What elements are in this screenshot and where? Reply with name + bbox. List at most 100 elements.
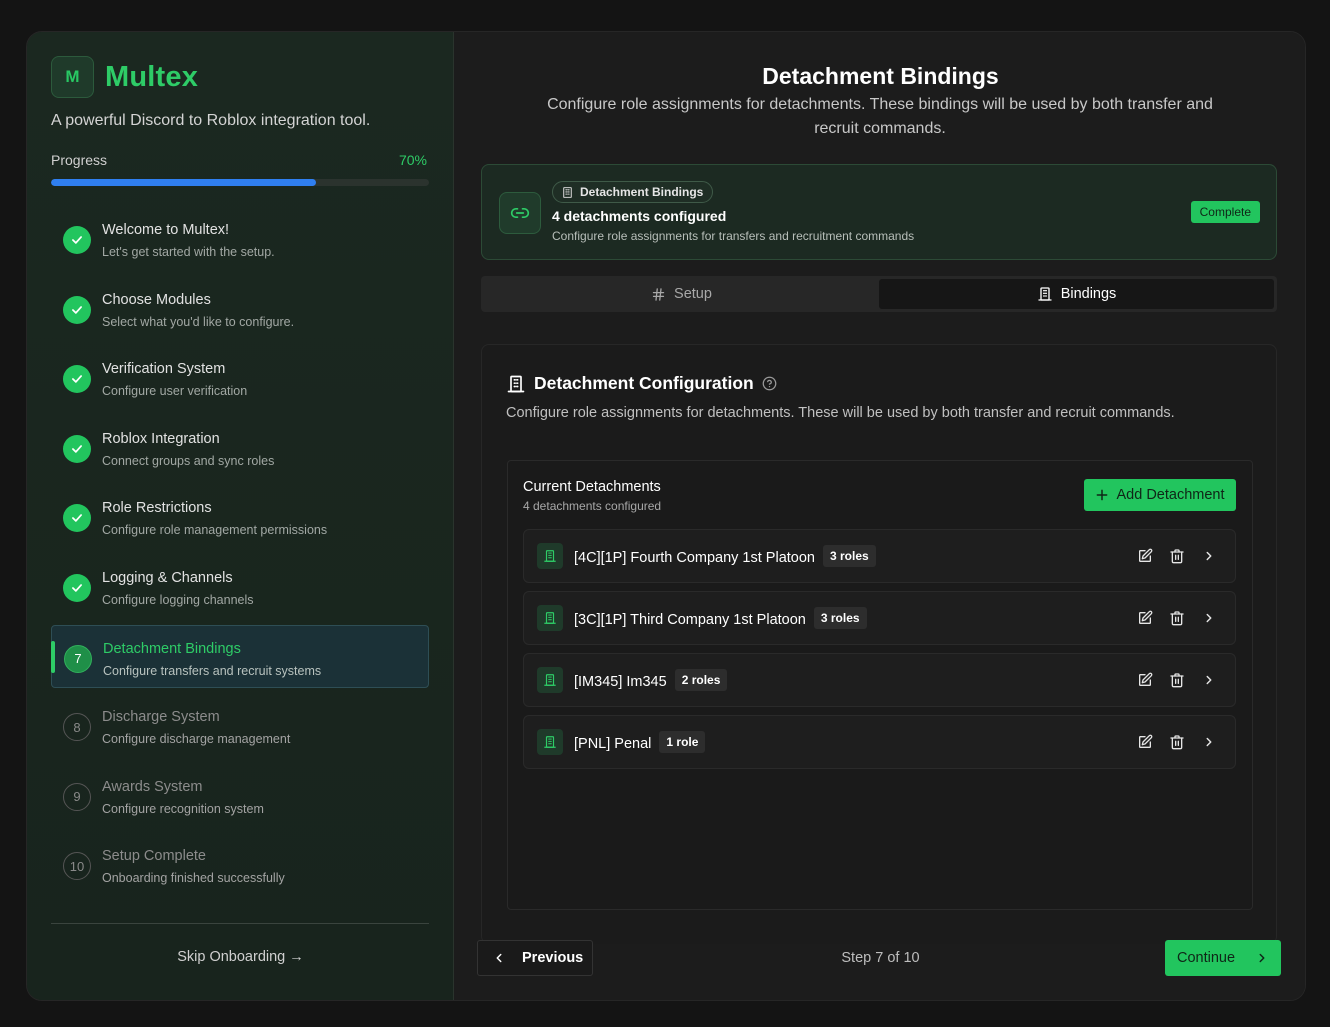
edit-icon[interactable] (1135, 670, 1155, 690)
step-item[interactable]: Choose Modules Select what you'd like to … (51, 277, 429, 340)
check-icon (63, 226, 91, 254)
step-item[interactable]: Logging & Channels Configure logging chan… (51, 555, 429, 618)
status-card: Detachment Bindings 4 detachments config… (481, 164, 1277, 260)
trash-icon[interactable] (1167, 546, 1187, 566)
detachment-row[interactable]: [4C][1P] Fourth Company 1st Platoon 3 rol… (523, 529, 1236, 583)
chevron-right-icon[interactable] (1199, 732, 1219, 752)
main-panel: Detachment Bindings Configure role assig… (454, 32, 1305, 1000)
check-icon (63, 504, 91, 533)
step-subtitle: Configure recognition system (102, 801, 264, 816)
step-subtitle: Configure transfers and recruit systems (103, 663, 322, 678)
detachment-row[interactable]: [3C][1P] Third Company 1st Platoon 3 role… (523, 591, 1236, 645)
detachment-name: [4C][1P] Fourth Company 1st Platoon 3 rol… (574, 545, 876, 567)
continue-label: Continue (1177, 950, 1236, 966)
status-chip: Detachment Bindings (552, 181, 714, 203)
sidebar-divider (51, 923, 429, 924)
step-subtitle: Onboarding finished successfully (102, 871, 285, 886)
row-actions (1123, 732, 1219, 752)
add-detachment-button[interactable]: Add Detachment (1084, 479, 1236, 511)
edit-icon[interactable] (1135, 732, 1155, 752)
progress-percent: 70% (398, 152, 427, 168)
step-item[interactable]: Roblox Integration Connect groups and syn… (51, 416, 429, 479)
step-subtitle: Configure user verification (102, 384, 248, 399)
step-subtitle: Select what you'd like to configure. (102, 314, 295, 329)
plus-icon (1097, 489, 1108, 501)
step-item[interactable]: Role Restrictions Configure role manageme… (51, 485, 429, 548)
step-item[interactable]: 7 Detachment Bindings Configure transfers … (51, 624, 429, 688)
check-icon (63, 365, 91, 394)
detachment-row[interactable]: [IM345] Im345 2 roles (523, 653, 1236, 707)
chevron-right-icon[interactable] (1199, 546, 1219, 566)
step-number: 10 (63, 852, 91, 881)
detachment-row[interactable]: [PNL] Penal 1 role (523, 715, 1236, 769)
role-count-badge: 3 roles (823, 545, 876, 567)
add-detachment-label: Add Detachment (1116, 487, 1225, 503)
detachment-name: [3C][1P] Third Company 1st Platoon 3 role… (574, 607, 867, 629)
detachment-list: [4C][1P] Fourth Company 1st Platoon 3 rol… (523, 529, 1236, 777)
row-actions (1123, 608, 1219, 628)
step-title: Role Restrictions (102, 500, 212, 517)
role-count-badge: 3 roles (813, 607, 867, 629)
step-subtitle: Configure role management permissions (102, 523, 328, 538)
tab-bindings-label: Bindings (1060, 286, 1117, 302)
detachment-name-text: [4C][1P] Fourth Company 1st Platoon (574, 549, 815, 566)
step-title: Roblox Integration (102, 430, 220, 447)
building-icon (537, 729, 563, 755)
trash-icon[interactable] (1167, 732, 1187, 752)
step-title: Logging & Channels (102, 569, 233, 586)
logo-icon: M (51, 56, 94, 98)
role-count-badge: 1 role (659, 731, 706, 753)
tab-bindings[interactable]: Bindings (879, 279, 1274, 309)
trash-icon[interactable] (1167, 608, 1187, 628)
link-icon (499, 192, 541, 234)
step-title: Welcome to Multex! (102, 222, 230, 238)
help-icon[interactable] (762, 376, 777, 391)
detachment-name-text: [3C][1P] Third Company 1st Platoon (574, 611, 806, 628)
step-item[interactable]: 9 Awards System Configure recognition syst… (51, 764, 429, 827)
step-title: Discharge System (102, 709, 220, 726)
step-number: 9 (63, 782, 91, 811)
brand-name: Multex (105, 60, 199, 93)
row-actions (1123, 546, 1219, 566)
building-icon (507, 375, 525, 392)
tab-bar: Setup Bindings (481, 276, 1277, 312)
step-number: 8 (63, 713, 91, 742)
status-chip-label: Detachment Bindings (580, 185, 704, 199)
list-title: Current Detachments (523, 479, 661, 495)
step-subtitle: Connect groups and sync roles (102, 453, 275, 468)
sidebar: M Multex A powerful Discord to Roblox in… (27, 32, 454, 1000)
progress-bar-fill (51, 179, 316, 186)
current-detachments-panel: Current Detachments 4 detachments config… (507, 460, 1253, 910)
step-number: 7 (64, 644, 92, 673)
step-title: Awards System (102, 778, 203, 795)
brand: M Multex (51, 56, 198, 98)
step-item[interactable]: 8 Discharge System Configure discharge man… (51, 694, 429, 757)
skip-onboarding-link[interactable]: Skip Onboarding → (27, 949, 454, 965)
detachment-name-text: [PNL] Penal (574, 735, 652, 752)
building-icon (563, 186, 572, 198)
hash-icon (652, 287, 665, 301)
page-title: Detachment Bindings (762, 63, 999, 89)
tab-setup[interactable]: Setup (484, 279, 879, 309)
edit-icon[interactable] (1135, 546, 1155, 566)
building-icon (537, 605, 563, 631)
detachment-name: [PNL] Penal 1 role (574, 731, 706, 753)
step-item[interactable]: Welcome to Multex! Let's get started with… (51, 207, 429, 270)
chevron-right-icon[interactable] (1199, 670, 1219, 690)
progress-bar (51, 179, 429, 186)
complete-badge: Complete (1190, 201, 1260, 223)
status-subtitle: Configure role assignments for transfers… (552, 229, 915, 243)
trash-icon[interactable] (1167, 670, 1187, 690)
step-list: Welcome to Multex! Let's get started with… (51, 207, 429, 903)
detachment-config-card: Detachment Configuration Configure role … (481, 344, 1277, 944)
edit-icon[interactable] (1135, 608, 1155, 628)
step-subtitle: Let's get started with the setup. (102, 245, 275, 259)
row-actions (1123, 670, 1219, 690)
step-subtitle: Configure logging channels (102, 592, 254, 607)
step-item[interactable]: Verification System Configure user verifi… (51, 346, 429, 409)
config-title: Detachment Configuration (506, 373, 785, 394)
chevron-right-icon[interactable] (1199, 608, 1219, 628)
continue-button[interactable]: Continue (1165, 940, 1281, 976)
step-title: Detachment Bindings (103, 640, 241, 657)
step-item[interactable]: 10 Setup Complete Onboarding finished succ… (51, 833, 429, 896)
